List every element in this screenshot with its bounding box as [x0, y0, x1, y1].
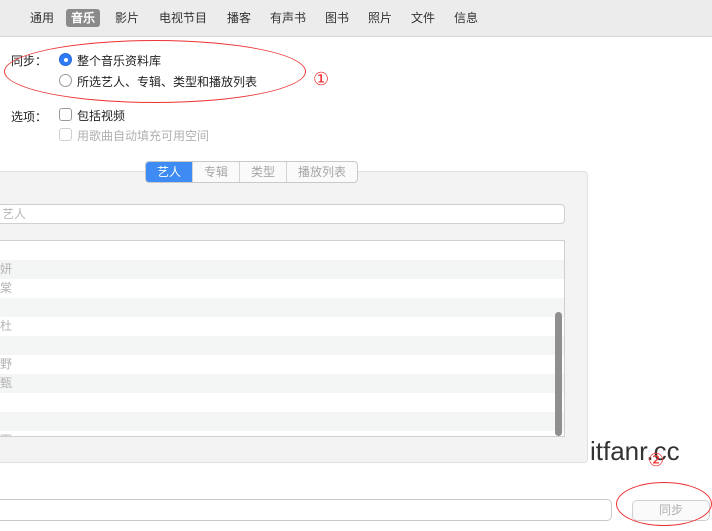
list-item[interactable]: 棠	[0, 279, 564, 298]
list-item[interactable]: 野	[0, 355, 564, 374]
tab-books[interactable]: 图书	[320, 9, 354, 27]
artist-search-input[interactable]: 艺人	[0, 204, 565, 224]
tab-audiobooks[interactable]: 有声书	[265, 9, 311, 27]
tab-movies[interactable]: 影片	[110, 9, 144, 27]
autofill-label: 用歌曲自动填充可用空间	[77, 129, 210, 143]
list-item[interactable]	[0, 241, 564, 260]
tab-messages[interactable]: 信息	[449, 9, 483, 27]
capacity-bar	[0, 499, 612, 521]
category-segmented-control[interactable]: 艺人 专辑 类型 播放列表	[145, 161, 359, 183]
segment-artists[interactable]: 艺人	[146, 162, 194, 182]
list-item[interactable]	[0, 393, 564, 412]
tab-files[interactable]: 文件	[406, 9, 440, 27]
tab-general[interactable]: 通用	[25, 9, 59, 27]
list-item[interactable]: 杜	[0, 317, 564, 336]
annotation-marker-1: ①	[313, 69, 330, 90]
tab-music[interactable]: 音乐	[66, 9, 101, 27]
watermark-text: itfanr.cc	[590, 436, 680, 466]
annotation-ellipse-2	[616, 482, 712, 526]
list-item[interactable]: 雨	[0, 431, 564, 436]
segment-playlists[interactable]: 播放列表	[287, 162, 357, 182]
list-item[interactable]	[0, 412, 564, 431]
segment-albums[interactable]: 专辑	[193, 162, 241, 182]
tab-podcasts[interactable]: 播客	[222, 9, 256, 27]
tab-photos[interactable]: 照片	[363, 9, 397, 27]
include-video-checkbox[interactable]	[59, 108, 72, 121]
list-item[interactable]	[0, 298, 564, 317]
list-item[interactable]	[0, 336, 564, 355]
list-item[interactable]: 甄	[0, 374, 564, 393]
preferences-tab-bar: 通用 音乐 影片 电视节目 播客 有声书 图书 照片 文件 信息	[0, 0, 712, 37]
include-video-label[interactable]: 包括视频	[77, 107, 125, 124]
tab-tv-shows[interactable]: 电视节目	[154, 9, 212, 27]
artist-list[interactable]: 妍 棠 杜 野 甄 雨	[0, 240, 565, 437]
autofill-checkbox[interactable]	[59, 128, 72, 141]
annotation-marker-2: ②	[648, 450, 665, 471]
options-label: 选项：	[11, 110, 48, 124]
segment-genres[interactable]: 类型	[240, 162, 288, 182]
list-item[interactable]: 妍	[0, 260, 564, 279]
annotation-ellipse-1	[4, 40, 306, 103]
list-scrollbar[interactable]	[555, 312, 562, 436]
